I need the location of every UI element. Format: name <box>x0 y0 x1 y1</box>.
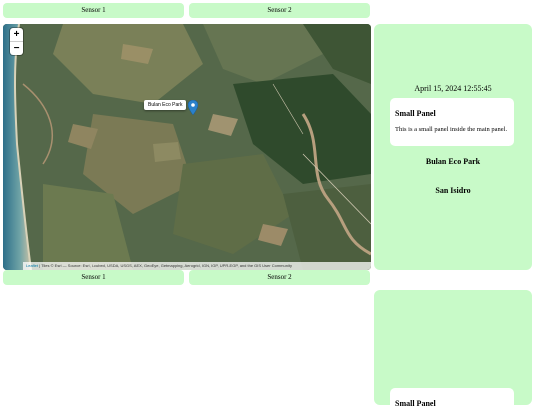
satellite-imagery <box>3 24 371 270</box>
marker-tooltip: Bulan Eco Park <box>144 100 187 110</box>
tab-sensor-2-top[interactable]: Sensor 2 <box>189 3 370 18</box>
location-name: San Isidro <box>435 186 471 195</box>
map-pin-icon[interactable] <box>188 100 198 115</box>
zoom-control: + − <box>10 28 23 55</box>
small-panel: Small Panel This is a small panel inside… <box>390 98 514 146</box>
small-panel-title: Small Panel <box>395 399 436 408</box>
zoom-out-button[interactable]: − <box>10 41 23 55</box>
attribution-leaflet-link[interactable]: Leaflet <box>26 263 38 268</box>
attribution-text: | Tiles © Esri — Source: Esri, i-cubed, … <box>38 263 292 268</box>
tab-sensor-1-bottom[interactable]: Sensor 1 <box>3 270 184 285</box>
main-panel: April 15, 2024 12:55:45 Small Panel This… <box>374 24 532 270</box>
satellite-map[interactable]: + − Bulan Eco Park Leaflet | Tiles © Esr… <box>3 24 371 270</box>
zoom-in-button[interactable]: + <box>10 28 23 41</box>
tab-sensor-1-top[interactable]: Sensor 1 <box>3 3 184 18</box>
secondary-panel: Small Panel <box>374 290 532 418</box>
small-panel: Small Panel <box>390 388 514 418</box>
small-panel-text: This is a small panel inside the main pa… <box>395 126 508 133</box>
datetime-display: April 15, 2024 12:55:45 <box>414 84 492 93</box>
small-panel-title: Small Panel <box>395 109 436 118</box>
location-name: Bulan Eco Park <box>425 157 481 166</box>
tab-sensor-2-bottom[interactable]: Sensor 2 <box>189 270 370 285</box>
map-attribution: Leaflet | Tiles © Esri — Source: Esri, i… <box>23 262 371 270</box>
